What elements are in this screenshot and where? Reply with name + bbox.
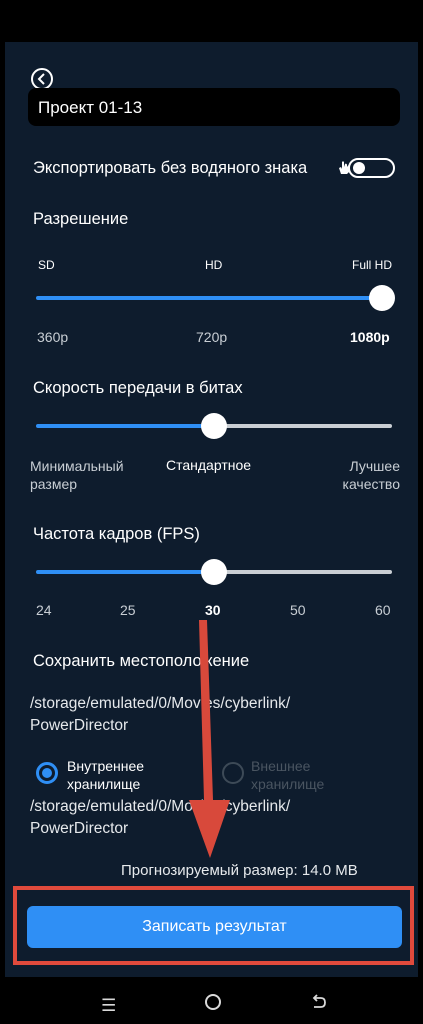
bitrate-min-label-line2: размер [30, 476, 78, 492]
fps-slider-thumb[interactable] [201, 559, 227, 585]
fps-track-empty [214, 570, 392, 574]
fps-tick-24: 24 [36, 602, 52, 618]
home-icon[interactable] [205, 994, 221, 1010]
back-button[interactable] [31, 68, 53, 90]
storage-path-line1: /storage/emulated/0/Movies/cyberlink/ [30, 798, 291, 815]
fps-tick-30: 30 [205, 602, 221, 618]
bitrate-best-label-line2: качество [342, 476, 400, 492]
annotation-arrow-icon [189, 620, 230, 858]
external-storage-line1: Внешнее [251, 758, 311, 774]
fps-track-filled [36, 570, 214, 574]
bitrate-standard-label: Стандартное [166, 457, 252, 473]
fps-tick-50: 50 [290, 602, 306, 618]
external-storage-line2: хранилище [251, 776, 325, 792]
external-storage-label[interactable]: Внешнее хранилище [251, 757, 324, 793]
toggle-knob [353, 162, 365, 174]
save-path-text: /storage/emulated/0/Movies/cyberlink/ Po… [30, 693, 290, 737]
storage-path-line2: PowerDirector [30, 820, 129, 837]
resolution-top-label-hd: HD [205, 258, 223, 272]
resolution-title: Разрешение [33, 210, 129, 228]
bitrate-track-empty [214, 424, 392, 428]
fps-tick-60: 60 [375, 602, 391, 618]
resolution-track-filled [36, 296, 382, 300]
bitrate-min-label: Минимальный размер [30, 457, 124, 493]
internal-storage-line1: Внутреннее [67, 758, 145, 774]
bitrate-min-label-line1: Минимальный [30, 458, 124, 474]
export-button[interactable]: Записать результат [27, 906, 402, 948]
fps-tick-25: 25 [120, 602, 136, 618]
resolution-tick-360p: 360p [37, 329, 69, 345]
project-name-text: Проект 01-13 [38, 98, 143, 117]
internal-storage-line2: хранилище [67, 776, 141, 792]
fps-title: Частота кадров (FPS) [33, 525, 200, 543]
resolution-tick-1080p: 1080p [350, 329, 390, 345]
project-name-field[interactable]: Проект 01-13 [28, 88, 400, 126]
resolution-tick-720p: 720p [196, 329, 228, 345]
bitrate-track-filled [36, 424, 214, 428]
resolution-top-label-fullhd: Full HD [352, 258, 393, 272]
bitrate-title: Скорость передачи в битах [33, 379, 243, 397]
back-icon[interactable] [311, 994, 327, 1010]
save-path-line1: /storage/emulated/0/Movies/cyberlink/ [30, 695, 291, 712]
bitrate-best-label: Лучшее качество [330, 457, 400, 493]
internal-storage-label[interactable]: Внутреннее хранилище [67, 757, 144, 793]
resolution-top-label-sd: SD [38, 258, 55, 272]
chevron-left-icon [37, 73, 45, 85]
bitrate-best-label-line1: Лучшее [349, 458, 400, 474]
menu-icon[interactable]: ☰ [101, 996, 116, 1016]
storage-path-text: /storage/emulated/0/Movies/cyberlink/ Po… [30, 796, 290, 840]
bitrate-slider-thumb[interactable] [201, 413, 227, 439]
resolution-slider-thumb[interactable] [369, 285, 395, 311]
internal-storage-radio[interactable] [36, 762, 58, 784]
watermark-label: Экспортировать без водяного знака [33, 159, 308, 177]
watermark-toggle[interactable] [348, 158, 395, 178]
save-path-line2: PowerDirector [30, 717, 129, 734]
estimated-size-text: Прогнозируемый размер: 14.0 MB [121, 862, 358, 879]
